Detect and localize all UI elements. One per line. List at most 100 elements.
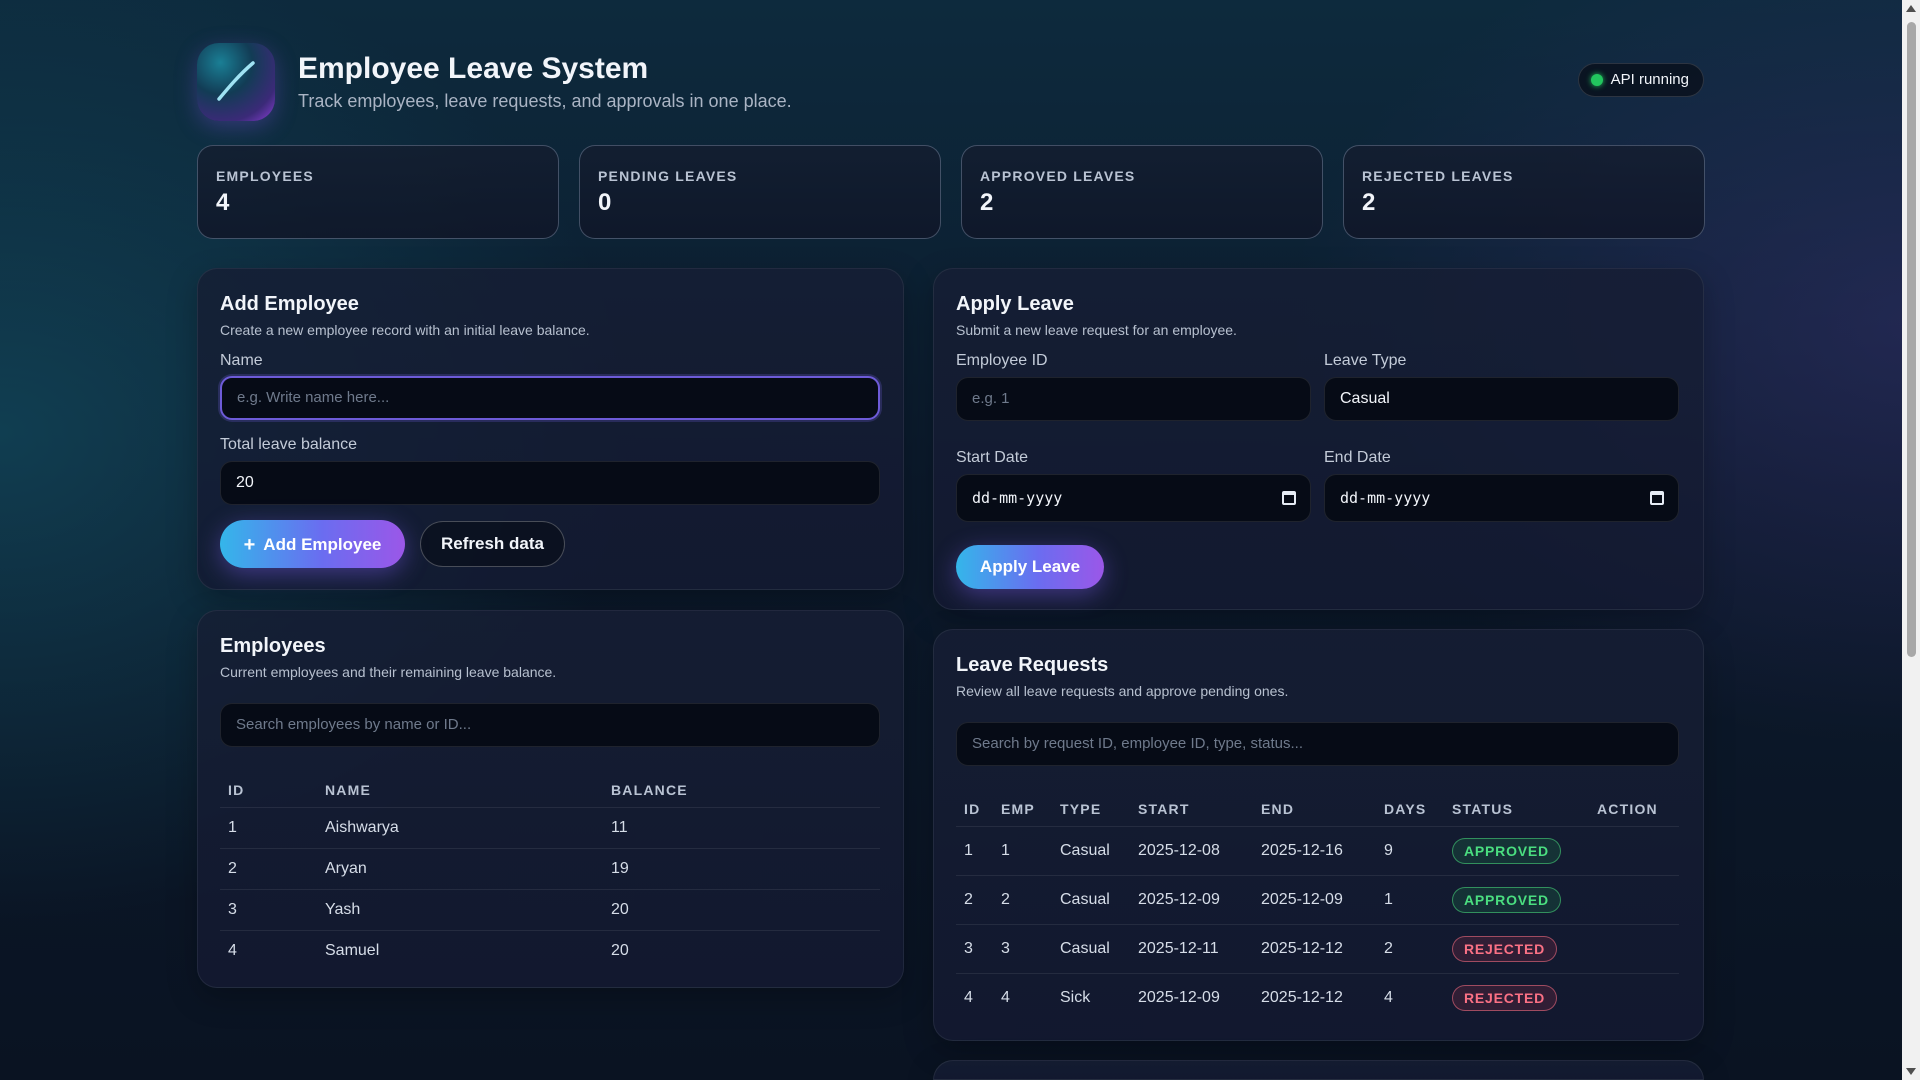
slash-logo-icon	[217, 61, 255, 101]
status-badge: APPROVED	[1452, 886, 1561, 913]
request-id-cell: 4	[956, 972, 993, 1022]
app-header: Employee Leave System Track employees, l…	[197, 40, 1704, 122]
status-badge: APPROVED	[1452, 837, 1561, 864]
start-date-input[interactable]: dd-mm-yyyy	[956, 474, 1311, 522]
refresh-data-button[interactable]: Refresh data	[420, 521, 565, 567]
column-header: ID	[228, 781, 245, 798]
card-title: Leave Requests	[956, 654, 1109, 676]
next-card-partial	[933, 1060, 1704, 1080]
employee-search-input[interactable]: Search employees by name or ID...	[220, 703, 880, 747]
card-subtitle: Review all leave requests and approve pe…	[956, 683, 1289, 699]
emp-id-cell: 2	[993, 874, 1052, 924]
employee-balance-cell: 20	[603, 929, 880, 971]
name-input[interactable]: e.g. Write name here...	[220, 376, 880, 420]
page-scrollbar[interactable]	[1902, 0, 1920, 1080]
scrollbar-thumb[interactable]	[1907, 22, 1916, 657]
action-cell	[1589, 874, 1679, 924]
status-dot-icon	[1590, 74, 1603, 86]
employees-card: Employees Current employees and their re…	[197, 610, 904, 988]
stat-label: REJECTED LEAVES	[1362, 168, 1514, 184]
column-header: START	[1138, 800, 1190, 817]
employee-balance-cell: 11	[603, 806, 880, 848]
column-header: ID	[964, 800, 981, 817]
api-status-badge: API running	[1577, 63, 1704, 97]
start-cell: 2025-12-09	[1130, 874, 1253, 924]
status-cell: REJECTED	[1444, 923, 1589, 973]
status-badge: REJECTED	[1452, 984, 1558, 1011]
leave-request-search-input[interactable]: Search by request ID, employee ID, type,…	[956, 722, 1679, 766]
apply-leave-button[interactable]: Apply Leave	[956, 545, 1104, 589]
app-title: Employee Leave System	[298, 52, 649, 85]
card-subtitle: Submit a new leave request for an employ…	[956, 322, 1237, 338]
employee-name-cell: Yash	[317, 888, 603, 930]
employee-balance-cell: 19	[603, 847, 880, 889]
balance-label: Total leave balance	[220, 436, 357, 453]
end-date-label: End Date	[1324, 449, 1391, 466]
stat-card-employees: EMPLOYEES 4	[197, 145, 559, 239]
table-row: 1 1 Casual 2025-12-08 2025-12-16 9 APPRO…	[956, 825, 1679, 875]
leave-requests-table: ID EMP TYPE START END DAYS STATUS ACTION…	[956, 792, 1679, 1022]
scroll-up-arrow-icon[interactable]	[1906, 5, 1916, 12]
card-subtitle: Create a new employee record with an ini…	[220, 322, 590, 338]
start-cell: 2025-12-08	[1130, 825, 1253, 875]
stat-card-pending: PENDING LEAVES 0	[579, 145, 941, 239]
table-row: 3 Yash 20	[220, 888, 880, 930]
employees-table: ID NAME BALANCE 1 Aishwarya 11 2 Aryan 1…	[220, 773, 880, 971]
request-id-cell: 2	[956, 874, 993, 924]
end-cell: 2025-12-12	[1253, 923, 1376, 973]
stat-value: 4	[216, 189, 230, 216]
add-employee-button[interactable]: + Add Employee	[220, 520, 405, 568]
stat-label: APPROVED LEAVES	[980, 168, 1136, 184]
table-header-row: ID EMP TYPE START END DAYS STATUS ACTION	[956, 792, 1679, 826]
status-cell: APPROVED	[1444, 874, 1589, 924]
emp-id-cell: 4	[993, 972, 1052, 1022]
action-cell	[1589, 972, 1679, 1022]
stat-value: 0	[598, 189, 612, 216]
column-header: END	[1261, 800, 1295, 817]
column-header: NAME	[325, 781, 372, 798]
leave-balance-input[interactable]: 20	[220, 461, 880, 505]
start-date-label: Start Date	[956, 449, 1029, 466]
scroll-down-arrow-icon[interactable]	[1906, 1068, 1916, 1075]
end-cell: 2025-12-16	[1253, 825, 1376, 875]
table-row: 4 4 Sick 2025-12-09 2025-12-12 4 REJECTE…	[956, 972, 1679, 1022]
type-cell: Sick	[1052, 972, 1130, 1022]
table-header-row: ID NAME BALANCE	[220, 773, 880, 807]
end-cell: 2025-12-09	[1253, 874, 1376, 924]
status-badge: REJECTED	[1452, 935, 1558, 962]
calendar-icon[interactable]	[1650, 491, 1664, 505]
type-cell: Casual	[1052, 874, 1130, 924]
stat-value: 2	[980, 189, 994, 216]
employee-id-cell: 3	[220, 888, 317, 930]
page: Employee Leave System Track employees, l…	[197, 40, 1705, 1080]
app-logo	[197, 43, 275, 121]
table-row: 2 Aryan 19	[220, 847, 880, 889]
column-header: BALANCE	[611, 781, 688, 798]
start-cell: 2025-12-09	[1130, 972, 1253, 1022]
days-cell: 9	[1376, 825, 1444, 875]
column-header: DAYS	[1384, 800, 1427, 817]
api-status-text: API running	[1610, 71, 1689, 88]
plus-icon: +	[243, 533, 256, 556]
add-employee-card: Add Employee Create a new employee recor…	[197, 268, 904, 590]
stat-label: PENDING LEAVES	[598, 168, 738, 184]
add-employee-button-label: Add Employee	[263, 534, 382, 554]
end-date-input[interactable]: dd-mm-yyyy	[1324, 474, 1679, 522]
leave-requests-card: Leave Requests Review all leave requests…	[933, 629, 1704, 1041]
action-cell	[1589, 923, 1679, 973]
app-subtitle: Track employees, leave requests, and app…	[298, 91, 792, 111]
table-row: 4 Samuel 20	[220, 929, 880, 971]
calendar-icon[interactable]	[1282, 491, 1296, 505]
start-date-value: dd-mm-yyyy	[972, 489, 1063, 507]
stat-card-rejected: REJECTED LEAVES 2	[1343, 145, 1705, 239]
card-title: Employees	[220, 635, 326, 657]
name-label: Name	[220, 352, 263, 369]
column-header: EMP	[1001, 800, 1035, 817]
leave-type-select[interactable]: Casual	[1324, 377, 1679, 421]
request-id-cell: 1	[956, 825, 993, 875]
employee-name-cell: Aryan	[317, 847, 603, 889]
employee-id-input[interactable]: e.g. 1	[956, 377, 1311, 421]
employee-id-cell: 4	[220, 929, 317, 971]
apply-leave-card: Apply Leave Submit a new leave request f…	[933, 268, 1704, 610]
emp-id-cell: 3	[993, 923, 1052, 973]
